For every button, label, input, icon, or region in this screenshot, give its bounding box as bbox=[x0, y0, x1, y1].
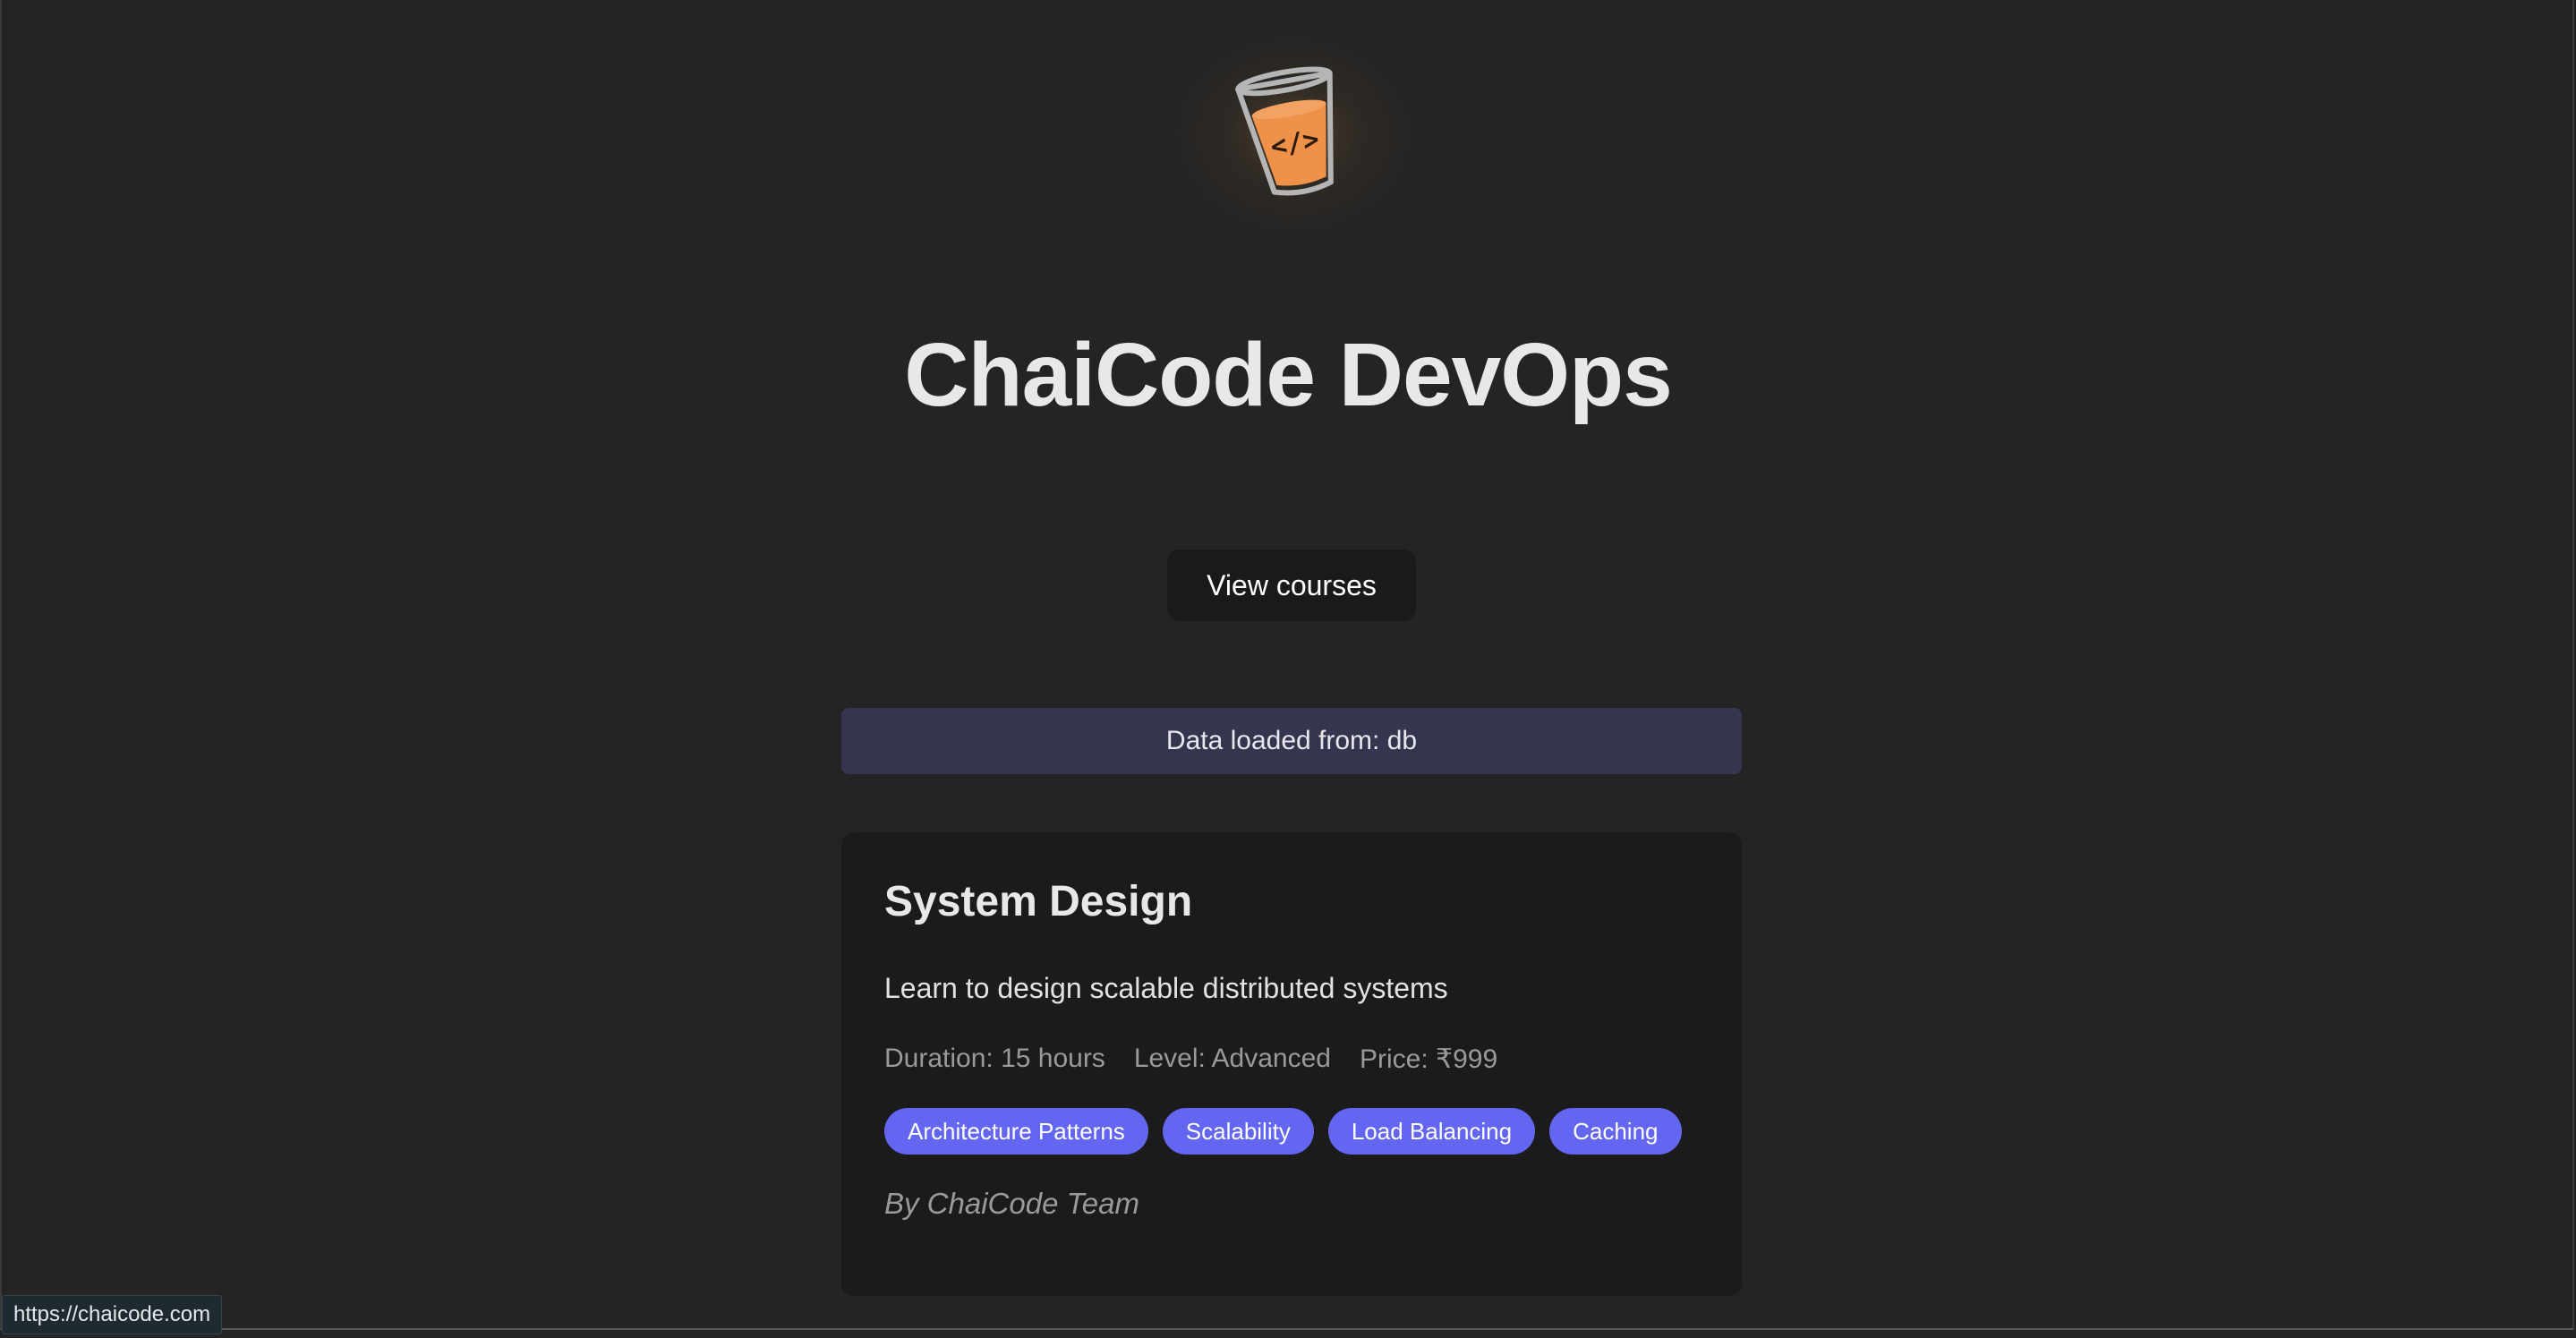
page-title: ChaiCode DevOps bbox=[904, 325, 1672, 425]
course-author: By ChaiCode Team bbox=[884, 1187, 1139, 1220]
view-courses-button[interactable]: View courses bbox=[1167, 550, 1416, 621]
course-tag: Load Balancing bbox=[1327, 1108, 1536, 1155]
chai-cup-code-icon: </> bbox=[1235, 66, 1334, 196]
course-duration: Duration: 15 hours bbox=[884, 1044, 1105, 1073]
course-tags: Architecture Patterns Scalability Load B… bbox=[884, 1108, 1682, 1155]
logo: </> bbox=[1194, 18, 1391, 242]
course-title: System Design bbox=[884, 878, 1193, 925]
course-price: Price: ₹999 bbox=[1359, 1044, 1498, 1074]
course-tag: Scalability bbox=[1162, 1108, 1314, 1155]
course-level: Level: Advanced bbox=[1133, 1044, 1331, 1073]
course-meta: Duration: 15 hours Level: Advanced Price… bbox=[884, 1044, 1497, 1075]
course-description: Learn to design scalable distributed sys… bbox=[884, 972, 1448, 1004]
data-source-banner: Data loaded from: db bbox=[841, 708, 1742, 774]
course-card: System Design Learn to design scalable d… bbox=[841, 832, 1742, 1296]
link-status-url: https://chaicode.com bbox=[2, 1295, 223, 1334]
data-source-text: Data loaded from: db bbox=[1165, 726, 1418, 755]
course-tag: Caching bbox=[1549, 1108, 1682, 1155]
course-tag: Architecture Patterns bbox=[884, 1108, 1148, 1155]
